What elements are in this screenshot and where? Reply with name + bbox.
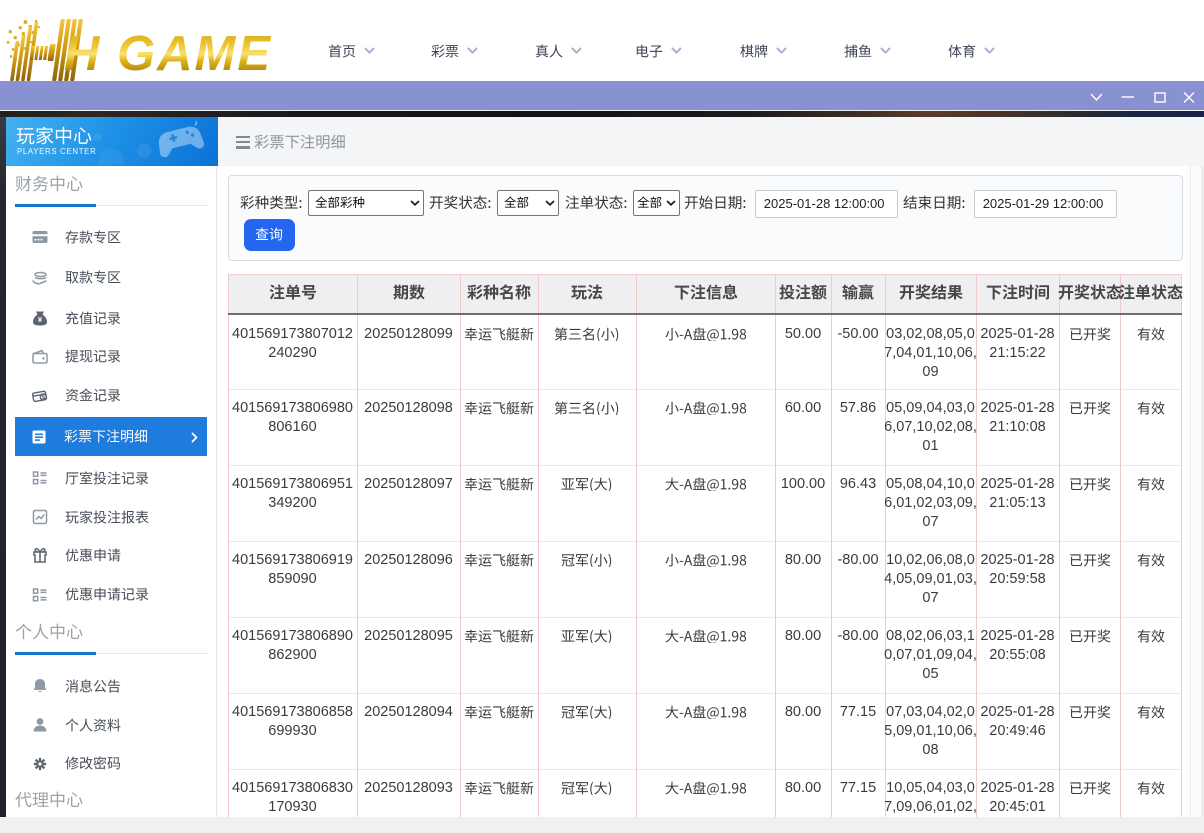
svg-text:H GAME: H GAME xyxy=(64,27,272,81)
